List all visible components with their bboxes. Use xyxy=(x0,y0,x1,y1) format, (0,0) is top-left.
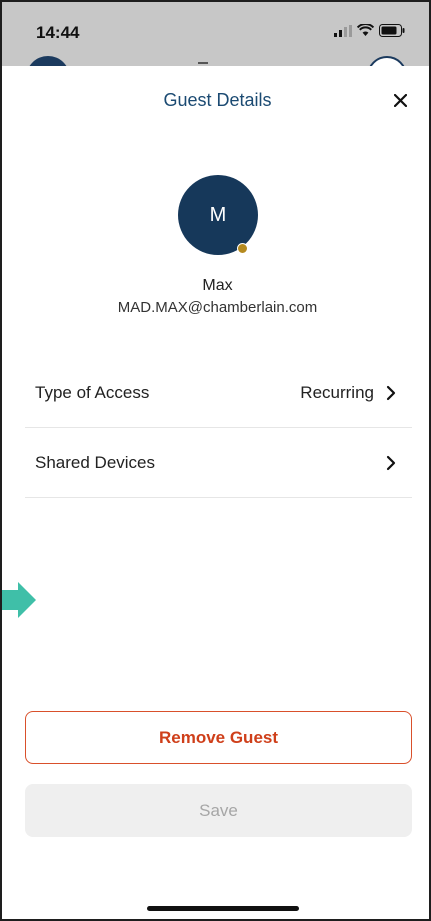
status-bar: 14:44 xyxy=(2,2,429,100)
phone-screen: 14:44 Guest Details M Max MAD.MAX@chambe… xyxy=(0,0,431,921)
remove-guest-button[interactable]: Remove Guest xyxy=(25,711,412,764)
home-indicator xyxy=(147,906,299,911)
row-value: Recurring xyxy=(300,382,374,402)
signal-icon xyxy=(334,24,352,37)
guest-details-sheet: Guest Details M Max MAD.MAX@chamberlain.… xyxy=(7,66,428,919)
row-label: Shared Devices xyxy=(35,452,156,472)
type-of-access-row[interactable]: Type of Access Recurring xyxy=(25,358,412,428)
avatar-initial: M xyxy=(209,203,227,226)
row-label: Type of Access xyxy=(35,382,150,402)
sheet-title: Guest Details xyxy=(163,90,272,110)
status-dot xyxy=(237,243,248,254)
chevron-right-icon xyxy=(386,385,396,400)
save-button[interactable]: Save xyxy=(25,784,412,837)
chevron-right-icon xyxy=(386,455,396,470)
battery-icon xyxy=(379,24,405,37)
guest-email: MAD.MAX@chamberlain.com xyxy=(117,299,318,316)
status-time: 14:44 xyxy=(36,23,80,42)
wifi-icon xyxy=(357,24,374,36)
close-button[interactable] xyxy=(388,88,412,112)
close-icon xyxy=(393,93,407,107)
status-icons xyxy=(334,24,405,37)
pointer-arrow-icon xyxy=(2,582,36,618)
guest-name: Max xyxy=(202,277,233,294)
shared-devices-row[interactable]: Shared Devices xyxy=(25,428,412,498)
guest-avatar: M xyxy=(178,175,258,255)
